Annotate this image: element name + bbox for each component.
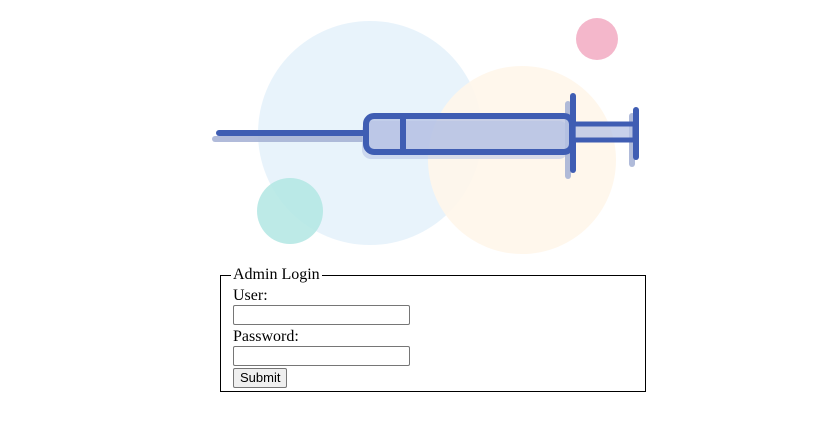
background-circle-peach — [428, 66, 616, 254]
user-input[interactable] — [233, 305, 410, 325]
hero-illustration — [0, 0, 825, 260]
background-circle-teal — [257, 178, 323, 244]
admin-login-form: Admin Login User: Password: Submit — [220, 266, 646, 392]
form-legend: Admin Login — [233, 266, 320, 283]
syringe-illustration — [212, 18, 639, 254]
password-label: Password: — [233, 328, 299, 345]
user-label: User: — [233, 287, 268, 304]
background-circle-pink — [576, 18, 618, 60]
submit-button[interactable]: Submit — [233, 368, 288, 388]
password-input[interactable] — [233, 346, 410, 366]
